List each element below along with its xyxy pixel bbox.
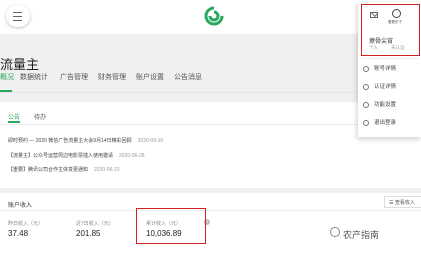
announcement-text: 即时预约 — 2020 微信广告流量主大会9月14日精彩回顾 xyxy=(8,138,132,144)
gear-icon xyxy=(363,101,369,108)
stat-label-7day: 近7日收入（元） xyxy=(76,221,114,227)
list-item[interactable]: 即时预约 — 2020 微信广告流量主大会9月14日精彩回顾 2020-09-10 xyxy=(8,137,163,144)
page-title: 流量主 xyxy=(0,57,40,72)
announcement-tab-indicator xyxy=(8,121,20,123)
menu-item-verification[interactable]: 认证详情 xyxy=(363,82,396,90)
account-income-title: 账户收入 xyxy=(8,203,33,209)
list-item[interactable]: 【重要】腾讯公司合作主体变更通知 2020-06-23 xyxy=(8,166,120,173)
account-income-card xyxy=(0,193,421,253)
menu-item-label: 认证详情 xyxy=(374,84,397,90)
tab-todo[interactable]: 待办 xyxy=(34,112,46,121)
highlight-box-total-income xyxy=(136,208,206,244)
hamburger-icon xyxy=(13,12,22,21)
tab-ads[interactable]: 广告管理 xyxy=(60,72,88,82)
menu-button[interactable] xyxy=(6,5,30,27)
stat-value-yesterday: 37.48 xyxy=(8,229,29,238)
account-divider xyxy=(0,210,421,211)
tab-notices[interactable]: 公告消息 xyxy=(174,72,202,82)
tab-stats[interactable]: 数据统计 xyxy=(20,72,48,82)
menu-item-label: 退出登录 xyxy=(374,120,397,126)
stat-value-7day: 201.85 xyxy=(76,229,101,238)
tab-finance[interactable]: 财务管理 xyxy=(98,72,126,82)
menu-item-account-details[interactable]: 账号详情 xyxy=(363,64,396,72)
menu-item-logout[interactable]: 退出登录 xyxy=(363,118,396,126)
announcement-date: 2020-09-10 xyxy=(137,138,164,144)
highlight-box-account xyxy=(361,4,420,56)
watermark-text: 农产指南 xyxy=(343,230,380,240)
list-item[interactable]: 【流量主】公众号运营周边电影票插入使用邀请 2020-06-26 xyxy=(8,152,145,159)
announcement-text: 【重要】腾讯公司合作主体变更通知 xyxy=(8,167,89,173)
wechat-watermark-icon xyxy=(330,227,340,237)
tab-account[interactable]: 账户设置 xyxy=(136,72,164,82)
stat-label-yesterday: 昨日收入（元） xyxy=(8,221,44,227)
dropdown-divider xyxy=(361,58,419,59)
wechat-ad-logo xyxy=(204,6,224,26)
logout-icon xyxy=(363,119,369,126)
announcement-text: 【流量主】公众号运营周边电影票插入使用邀请 xyxy=(8,153,114,159)
announcement-date: 2020-06-26 xyxy=(119,153,145,159)
menu-item-settings[interactable]: 功能设置 xyxy=(363,100,396,108)
user-icon xyxy=(363,65,369,72)
view-income-label: 查看收入 xyxy=(394,200,415,206)
announcement-date: 2020-06-23 xyxy=(94,167,120,173)
shield-icon xyxy=(363,83,369,90)
menu-item-label: 功能设置 xyxy=(374,102,397,108)
menu-item-label: 账号详情 xyxy=(374,66,397,72)
tab-overview[interactable]: 概况 xyxy=(0,72,14,82)
view-income-button[interactable]: ☰ 查看收入 xyxy=(384,196,421,208)
tab-announcements[interactable]: 公告 xyxy=(8,112,20,121)
